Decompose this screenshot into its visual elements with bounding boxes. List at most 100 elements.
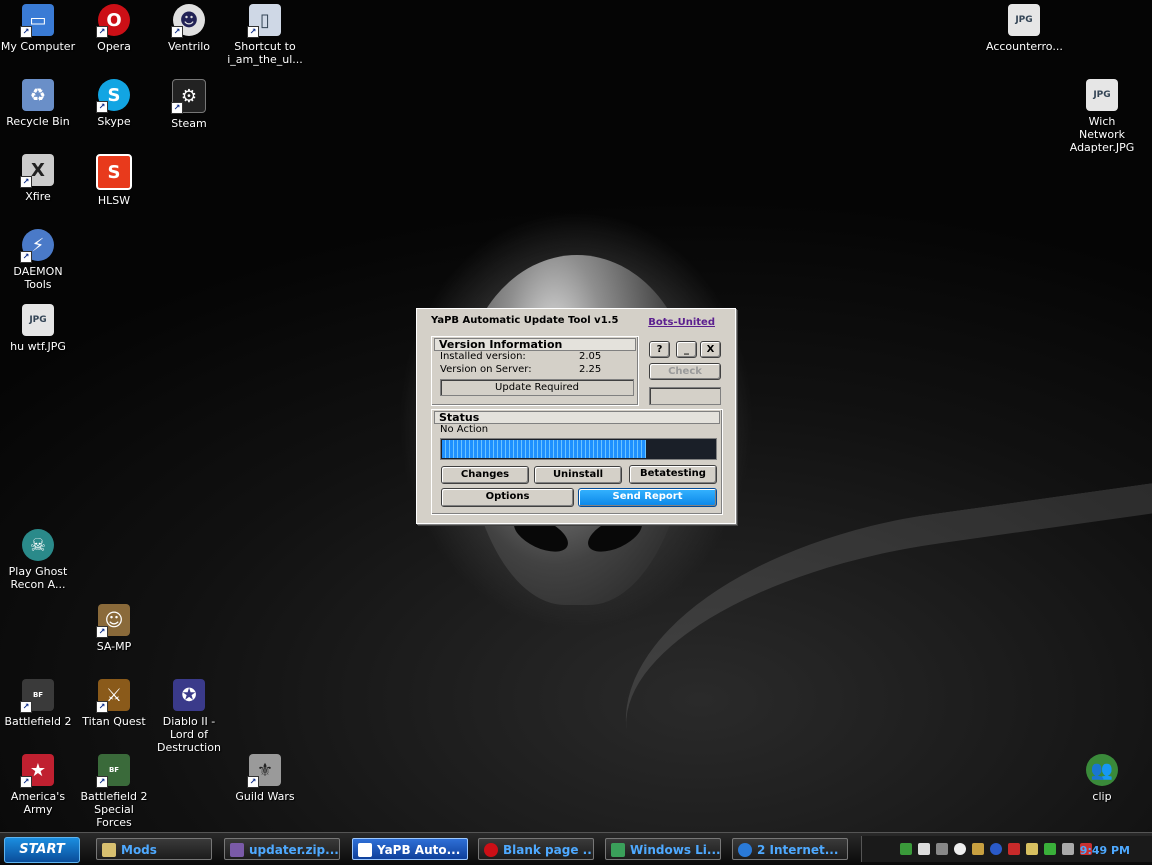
- taskbar: START Mods updater.zip... YaPB Auto... B…: [0, 832, 1152, 865]
- desktop-icon-label: Skype: [97, 115, 131, 128]
- close-button[interactable]: X: [700, 341, 721, 358]
- titan-quest-icon: ⚔ ↗: [96, 679, 130, 713]
- jpg-file-icon: JPG: [1086, 79, 1118, 111]
- info-icon[interactable]: [918, 843, 930, 855]
- installed-version-label: Installed version:: [440, 351, 526, 362]
- jpg-file-icon: JPG: [22, 304, 54, 336]
- users-icon: 👥: [1086, 754, 1118, 786]
- update-progress-bar: [440, 438, 717, 460]
- desktop: ▭ ↗ My Computer O ↗ Opera ☻ ↗ Ventrilo ▯ ↗ S…: [0, 0, 1152, 848]
- arrow-icon[interactable]: [1044, 843, 1056, 855]
- desktop-icon-ghost-recon[interactable]: ☠ Play Ghost Recon A...: [0, 529, 76, 591]
- desktop-icon-label: DAEMON Tools: [13, 265, 63, 291]
- pen-icon[interactable]: [972, 843, 984, 855]
- desktop-icon-guild-wars[interactable]: ⚜ ↗ Guild Wars: [227, 754, 303, 803]
- desktop-icon-samp[interactable]: ☺ ↗ SA-MP: [76, 604, 152, 653]
- hlsw-icon: S: [96, 154, 132, 190]
- taskbar-item-updater-zip[interactable]: updater.zip...: [224, 838, 340, 860]
- options-button[interactable]: Options: [441, 488, 574, 507]
- americas-army-icon: ★ ↗: [20, 754, 54, 788]
- folder-icon: [102, 843, 116, 857]
- skype-icon: S ↗: [96, 79, 130, 113]
- desktop-icon-titan-quest[interactable]: ⚔ ↗ Titan Quest: [76, 679, 152, 728]
- desktop-icon-accounterror[interactable]: JPG Accounterro...: [986, 4, 1063, 53]
- jpg-file-icon: JPG: [1008, 4, 1040, 36]
- speaker-icon[interactable]: [1062, 843, 1074, 855]
- network-icon[interactable]: [936, 843, 948, 855]
- monitor-icon[interactable]: [1026, 843, 1038, 855]
- desktop-icon-label: Accounterro...: [986, 40, 1063, 53]
- desktop-icon-ventrilo[interactable]: ☻ ↗ Ventrilo: [151, 4, 227, 53]
- desktop-icon-label: hu wtf.JPG: [10, 340, 66, 353]
- desktop-icon-clip[interactable]: 👥 clip: [1064, 754, 1140, 803]
- steam-tray-icon[interactable]: [954, 843, 966, 855]
- diablo-icon: ✪: [173, 679, 205, 711]
- desktop-icon-battlefield-2[interactable]: BF ↗ Battlefield 2: [0, 679, 76, 728]
- user-status-icon[interactable]: [900, 843, 912, 855]
- desktop-icon-skype[interactable]: S ↗ Skype: [76, 79, 152, 128]
- start-button[interactable]: START: [4, 837, 80, 863]
- desktop-icon-hu-wtf[interactable]: JPG hu wtf.JPG: [0, 304, 76, 353]
- betatesting-button[interactable]: Betatesting: [629, 465, 717, 484]
- app-icon: [358, 843, 372, 857]
- uninstall-button[interactable]: Uninstall: [534, 466, 622, 484]
- taskbar-item-mods[interactable]: Mods: [96, 838, 212, 860]
- desktop-icon-label: HLSW: [97, 194, 131, 207]
- version-info-group: Version Information Installed version: 2…: [431, 336, 639, 406]
- desktop-icon-label: Battlefield 2 Special Forces: [80, 790, 148, 829]
- battlefield-icon: BF ↗: [20, 679, 54, 713]
- desktop-icon-xfire[interactable]: X ↗ Xfire: [0, 154, 76, 203]
- changes-button[interactable]: Changes: [441, 466, 529, 484]
- daemon-tray-icon[interactable]: [990, 843, 1002, 855]
- taskbar-item-windows-live[interactable]: Windows Li...: [605, 838, 721, 860]
- opera-icon: [484, 843, 498, 857]
- taskbar-item-label: updater.zip...: [249, 843, 339, 857]
- bots-united-link[interactable]: Bots-United: [648, 317, 715, 328]
- status-header: Status: [434, 411, 720, 424]
- minimize-button[interactable]: _: [676, 341, 697, 358]
- taskbar-item-label: Windows Li...: [630, 843, 721, 857]
- desktop-icon-diablo[interactable]: ✪ Diablo II - Lord of Destruction: [151, 679, 227, 754]
- battlefield-sf-icon: BF ↗: [96, 754, 130, 788]
- desktop-icon-hlsw[interactable]: S HLSW: [76, 154, 152, 207]
- desktop-icon-label: Opera: [97, 40, 131, 53]
- desktop-icon-opera[interactable]: O ↗ Opera: [76, 4, 152, 53]
- recycle-bin-icon: ♻: [22, 79, 54, 111]
- taskbar-item-label: YaPB Auto...: [377, 843, 461, 857]
- help-button[interactable]: ?: [649, 341, 670, 358]
- desktop-icon-label: Xfire: [25, 190, 51, 203]
- desktop-icon-label: Recycle Bin: [6, 115, 70, 128]
- ie-icon: [738, 843, 752, 857]
- check-button[interactable]: Check: [649, 363, 721, 380]
- desktop-icon-my-computer[interactable]: ▭ ↗ My Computer: [0, 4, 76, 53]
- desktop-icon-label: Titan Quest: [82, 715, 146, 728]
- ventrilo-icon: ☻ ↗: [171, 4, 205, 38]
- desktop-icon-label: clip: [1092, 790, 1112, 803]
- shortcut-icon: ▯ ↗: [247, 4, 281, 38]
- desktop-icon-label: Wich Network Adapter.JPG: [1069, 115, 1135, 154]
- desktop-icon-battlefield-sf[interactable]: BF ↗ Battlefield 2 Special Forces: [76, 754, 152, 829]
- desktop-icon-steam[interactable]: ⚙ ↗ Steam: [151, 79, 227, 130]
- send-report-button[interactable]: Send Report: [578, 488, 717, 507]
- desktop-icon-label: My Computer: [0, 40, 76, 53]
- xfire-tray-icon[interactable]: [1008, 843, 1020, 855]
- desktop-icon-daemon-tools[interactable]: ⚡ ↗ DAEMON Tools: [0, 229, 76, 291]
- status-text: No Action: [440, 424, 489, 435]
- taskbar-item-internet[interactable]: 2 Internet...: [732, 838, 848, 860]
- desktop-icon-shortcut[interactable]: ▯ ↗ Shortcut to i_am_the_ul...: [227, 4, 303, 66]
- daemon-tools-icon: ⚡ ↗: [20, 229, 54, 263]
- taskbar-item-blank-page[interactable]: Blank page ...: [478, 838, 594, 860]
- taskbar-item-yapb[interactable]: YaPB Auto...: [352, 838, 468, 860]
- desktop-icon-label: Guild Wars: [235, 790, 295, 803]
- dialog-title: YaPB Automatic Update Tool v1.5: [431, 315, 619, 326]
- clock: 9:49 PM: [1079, 844, 1130, 857]
- update-status-text: Update Required: [440, 379, 634, 396]
- server-version-value: 2.25: [579, 364, 602, 375]
- desktop-icon-label: America's Army: [10, 790, 66, 816]
- desktop-icon-recycle-bin[interactable]: ♻ Recycle Bin: [0, 79, 76, 128]
- desktop-icon-label: Shortcut to i_am_the_ul...: [227, 40, 303, 66]
- desktop-icon-network-adapter[interactable]: JPG Wich Network Adapter.JPG: [1064, 79, 1140, 154]
- system-tray: 9:49 PM: [861, 836, 1152, 862]
- desktop-icon-americas-army[interactable]: ★ ↗ America's Army: [0, 754, 76, 816]
- version-info-header: Version Information: [434, 338, 636, 351]
